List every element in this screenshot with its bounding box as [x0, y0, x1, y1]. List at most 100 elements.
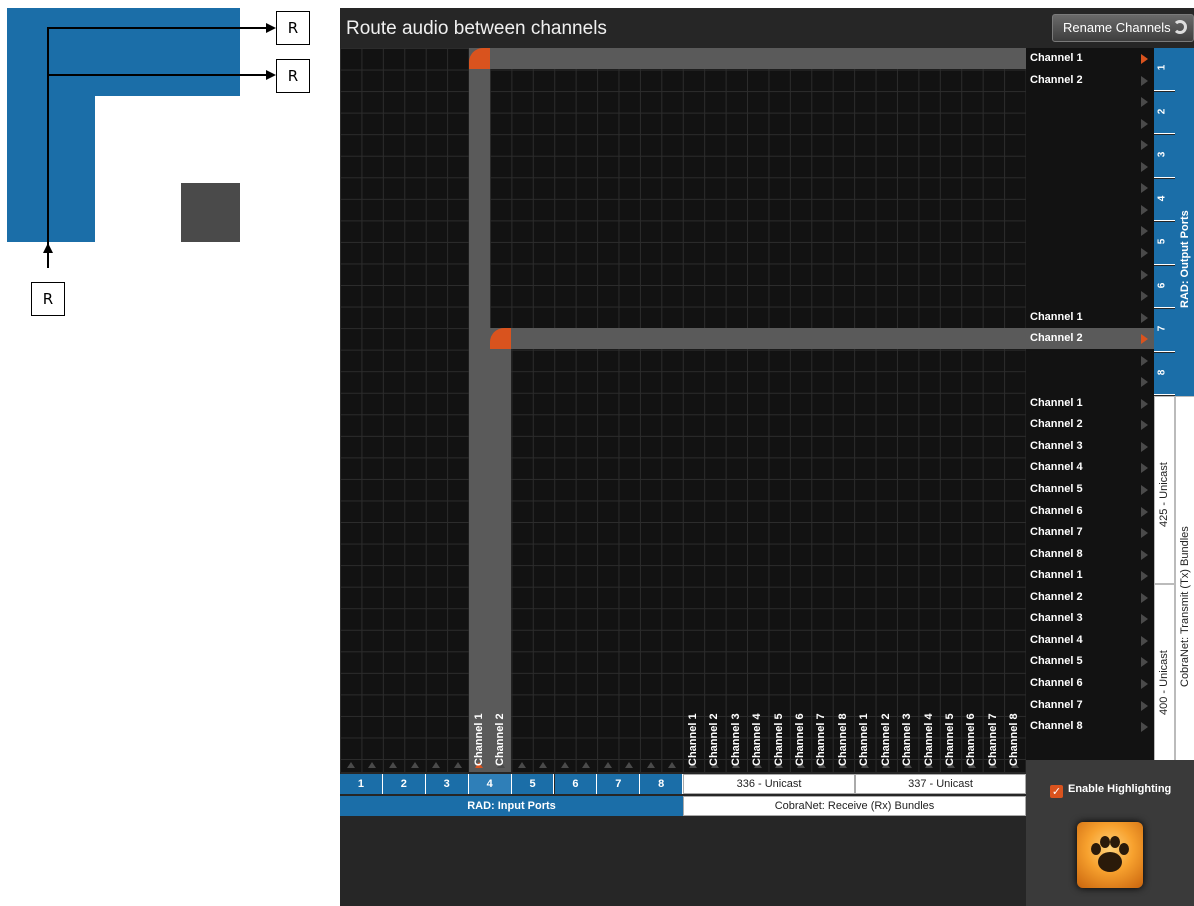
row-arrow-icon [1141, 441, 1148, 452]
column-marker-icon [560, 762, 569, 768]
output-row-label[interactable]: Channel 2 [1026, 70, 1154, 91]
input-column-label[interactable]: Channel 7 [815, 713, 827, 766]
output-row-label[interactable] [1026, 113, 1154, 134]
route-point-in4ch2-out7ch2[interactable] [490, 328, 511, 349]
output-row-label[interactable]: Channel 4 [1026, 630, 1154, 651]
output-row-label-text: Channel 2 [1030, 332, 1083, 345]
output-row-label[interactable]: Channel 8 [1026, 716, 1154, 737]
input-port-1[interactable]: 1 [340, 774, 383, 794]
output-port-1[interactable]: 1 [1154, 48, 1175, 91]
r-label-bottom: R [31, 282, 65, 316]
input-port-8[interactable]: 8 [640, 774, 684, 794]
input-column-label[interactable]: Channel 1 [473, 713, 485, 766]
output-row-label[interactable] [1026, 350, 1154, 371]
output-port-3[interactable]: 3 [1154, 135, 1175, 178]
output-row-label-text: Channel 5 [1030, 655, 1083, 668]
output-row-label[interactable] [1026, 220, 1154, 241]
output-port-number: 8 [1156, 369, 1168, 375]
row-arrow-icon [1141, 183, 1148, 194]
output-row-label[interactable]: Channel 2 [1026, 587, 1154, 608]
output-row-label[interactable]: Channel 1 [1026, 393, 1154, 414]
row-arrow-icon [1141, 635, 1148, 646]
output-row-label[interactable] [1026, 264, 1154, 285]
output-row-label[interactable] [1026, 371, 1154, 392]
row-arrow-icon [1141, 722, 1148, 733]
input-column-label[interactable]: Channel 6 [794, 713, 806, 766]
row-arrow-icon [1141, 377, 1148, 388]
input-column-label[interactable]: Channel 4 [751, 713, 763, 766]
output-row-label[interactable] [1026, 199, 1154, 220]
input-port-5[interactable]: 5 [511, 774, 555, 794]
output-row-label[interactable]: Channel 1 [1026, 565, 1154, 586]
input-column-label[interactable]: Channel 4 [923, 713, 935, 766]
input-column-label[interactable]: Channel 3 [901, 713, 913, 766]
output-row-label[interactable]: Channel 1 [1026, 307, 1154, 328]
output-row-label[interactable]: Channel 5 [1026, 479, 1154, 500]
output-row-label[interactable] [1026, 91, 1154, 112]
input-column-label[interactable]: Channel 6 [965, 713, 977, 766]
output-row-label[interactable] [1026, 242, 1154, 263]
output-port-2[interactable]: 2 [1154, 91, 1175, 135]
input-port-7[interactable]: 7 [597, 774, 641, 794]
input-column-label[interactable]: Channel 3 [730, 713, 742, 766]
column-marker-icon [453, 762, 462, 768]
output-row-label[interactable]: Channel 3 [1026, 436, 1154, 457]
input-column-label[interactable]: Channel 1 [687, 713, 699, 766]
output-row-label[interactable]: Channel 1 [1026, 48, 1154, 69]
row-arrow-icon [1141, 334, 1148, 345]
output-row-label[interactable]: Channel 2 [1026, 328, 1154, 350]
output-row-label-text: Channel 3 [1030, 612, 1083, 625]
input-column-label[interactable]: Channel 2 [708, 713, 720, 766]
output-row-label[interactable]: Channel 7 [1026, 522, 1154, 543]
column-marker-icon [646, 762, 655, 768]
output-row-label[interactable]: Channel 6 [1026, 501, 1154, 522]
output-row-label[interactable] [1026, 134, 1154, 155]
output-row-label[interactable]: Channel 8 [1026, 544, 1154, 565]
output-row-label[interactable]: Channel 5 [1026, 651, 1154, 672]
tx-bundle-425: 425 - Unicast [1154, 396, 1175, 584]
input-column-label[interactable]: Channel 7 [987, 713, 999, 766]
input-column-label[interactable]: Channel 2 [880, 713, 892, 766]
rename-channels-label: Rename Channels [1063, 20, 1171, 35]
output-port-8[interactable]: 8 [1154, 352, 1175, 396]
schematic-gray-block [181, 183, 240, 242]
output-row-label[interactable]: Channel 4 [1026, 457, 1154, 478]
output-port-7[interactable]: 7 [1154, 309, 1175, 352]
route-point-in4ch1-out1ch1[interactable] [469, 48, 490, 69]
input-column-label[interactable]: Channel 1 [858, 713, 870, 766]
rename-channels-button[interactable]: Rename Channels [1052, 14, 1194, 42]
output-row-label[interactable] [1026, 156, 1154, 177]
column-marker-icon [389, 762, 398, 768]
input-column-label[interactable]: Channel 8 [1008, 713, 1020, 766]
output-row-label[interactable]: Channel 7 [1026, 695, 1154, 716]
input-port-2[interactable]: 2 [382, 774, 426, 794]
routing-matrix[interactable] [340, 48, 1026, 772]
output-row-label[interactable]: Channel 2 [1026, 414, 1154, 435]
output-row-label-text: Channel 8 [1030, 720, 1083, 733]
output-port-5[interactable]: 5 [1154, 222, 1175, 265]
column-marker-icon [539, 762, 548, 768]
input-port-4[interactable]: 4 [468, 774, 512, 794]
enable-highlighting-checkbox[interactable]: ✓ [1050, 785, 1063, 798]
row-arrow-icon [1141, 226, 1148, 237]
output-port-4[interactable]: 4 [1154, 178, 1175, 222]
output-row-label[interactable]: Channel 3 [1026, 608, 1154, 629]
output-ports-group-label: RAD: Output Ports [1179, 210, 1191, 308]
output-row-label[interactable]: Channel 6 [1026, 673, 1154, 694]
tx-bundles-group-label: CobraNet: Transmit (Tx) Bundles [1179, 526, 1191, 687]
input-column-label[interactable]: Channel 5 [773, 713, 785, 766]
output-row-label[interactable] [1026, 177, 1154, 198]
output-row-label[interactable] [1026, 285, 1154, 306]
input-port-6[interactable]: 6 [554, 774, 598, 794]
paw-icon[interactable] [1077, 822, 1143, 888]
column-marker-icon [667, 762, 676, 768]
audio-router-panel: Route audio between channels Rename Chan… [340, 8, 1194, 906]
row-arrow-icon [1141, 506, 1148, 517]
input-column-label[interactable]: Channel 5 [944, 713, 956, 766]
input-port-3[interactable]: 3 [425, 774, 469, 794]
row-arrow-icon [1141, 398, 1148, 409]
input-column-label[interactable]: Channel 2 [494, 713, 506, 766]
highlight-column-input4-ch1 [469, 48, 490, 772]
input-column-label[interactable]: Channel 8 [837, 713, 849, 766]
output-port-6[interactable]: 6 [1154, 265, 1175, 309]
